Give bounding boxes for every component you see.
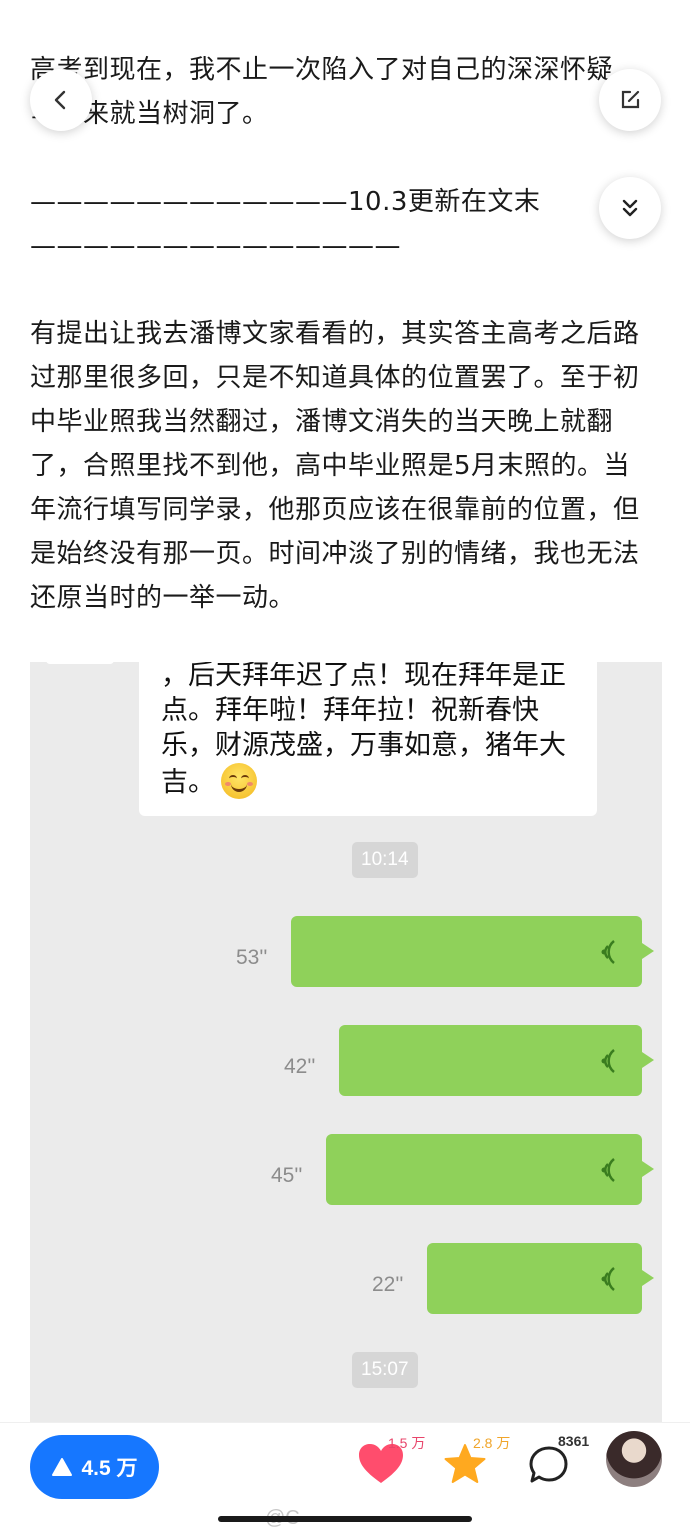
double-chevron-down-icon xyxy=(622,199,638,217)
comment-icon xyxy=(529,1446,568,1483)
scroll-down-button[interactable] xyxy=(599,177,661,239)
edit-button[interactable] xyxy=(599,69,661,131)
comment-button[interactable]: 8361 xyxy=(528,1433,598,1489)
update-divider: ————————————10.3更新在文末 —————————————— xyxy=(30,187,541,261)
incoming-message: ，后天拜年迟了点！现在拜年是正点。拜年啦！拜年拉！祝新春快乐，财源茂盛，万事如意… xyxy=(139,662,597,816)
upvote-count: 4.5 万 xyxy=(81,1457,138,1480)
favorite-button[interactable]: 2.8 万 xyxy=(443,1433,523,1489)
voice-wave-icon xyxy=(601,1267,615,1291)
voice-wave-icon xyxy=(601,1158,615,1182)
article-paragraph: 高考到现在，我不止一次陷入了对自己的深深怀疑，写出来就当树洞了。 xyxy=(30,55,640,129)
voice-duration: 22'' xyxy=(372,1273,404,1296)
timestamp: 10:14 xyxy=(352,842,418,878)
bottom-action-bar: 4.5 万 1.5 万 2.8 万 8361 @C xyxy=(0,1422,690,1534)
back-button[interactable] xyxy=(30,69,92,131)
voice-duration: 53'' xyxy=(236,946,268,969)
voice-duration: 45'' xyxy=(271,1164,303,1187)
voice-wave-icon xyxy=(601,940,615,964)
chat-screenshot: ，后天拜年迟了点！现在拜年是正点。拜年啦！拜年拉！祝新春快乐，财源茂盛，万事如意… xyxy=(30,662,662,1422)
author-avatar[interactable] xyxy=(606,1431,662,1487)
voice-message[interactable] xyxy=(339,1025,654,1096)
smile-emoji-icon xyxy=(221,763,257,799)
triangle-up-icon xyxy=(52,1458,73,1476)
like-button[interactable]: 1.5 万 xyxy=(358,1433,438,1489)
voice-duration: 42'' xyxy=(284,1055,316,1078)
voice-message[interactable] xyxy=(326,1134,654,1205)
voice-wave-icon xyxy=(601,1049,615,1073)
article-paragraph: 有提出让我去潘博文家看看的，其实答主高考之后路过那里很多回，只是不知道具体的位置… xyxy=(30,319,640,613)
chevron-left-icon xyxy=(54,90,66,110)
comment-count: 8361 xyxy=(558,1433,590,1449)
voice-message[interactable] xyxy=(291,916,654,987)
voice-message[interactable] xyxy=(427,1243,654,1314)
like-count: 1.5 万 xyxy=(388,1435,426,1451)
upvote-button[interactable]: 4.5 万 xyxy=(30,1435,159,1499)
edit-icon xyxy=(621,90,640,109)
timestamp: 15:07 xyxy=(352,1352,418,1388)
home-indicator xyxy=(218,1516,472,1522)
message-bubble-fragment xyxy=(46,662,114,664)
article-content: 高考到现在，我不止一次陷入了对自己的深深怀疑，写出来就当树洞了。 ———————… xyxy=(30,48,655,620)
favorite-count: 2.8 万 xyxy=(473,1435,511,1451)
